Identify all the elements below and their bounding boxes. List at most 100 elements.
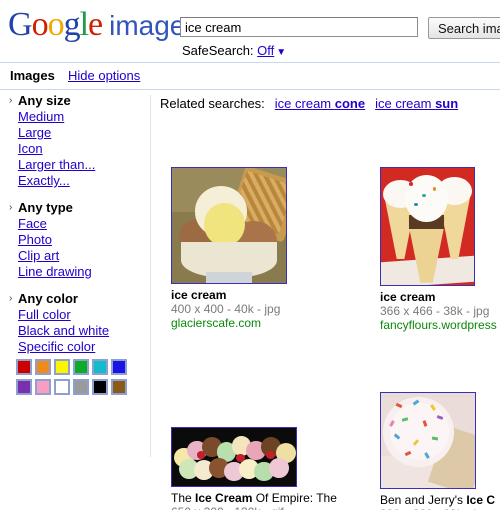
color-swatch-yellow[interactable]	[54, 359, 70, 375]
image-result-2: The Ice Cream Of Empire: The 650 x 300 -…	[171, 427, 371, 510]
caption-2: The Ice Cream Of Empire: The 650 x 300 -…	[171, 491, 371, 510]
facet-head-label: Any size	[18, 93, 71, 108]
color-swatch-white[interactable]	[54, 379, 70, 395]
related-searches-label: Related searches:	[160, 96, 265, 111]
facet-head-label: Any type	[18, 200, 73, 215]
safesearch-control: SafeSearch: Off ▼	[182, 43, 286, 58]
facet-any-type: › Any type Face Photo Clip art Line drawi…	[0, 199, 150, 280]
color-swatch-orange[interactable]	[35, 359, 51, 375]
color-swatch-red[interactable]	[16, 359, 32, 375]
related-searches: Related searches: ice cream cone ice cream…	[158, 95, 500, 113]
logo-letter-l: l	[79, 6, 90, 43]
result-title-3[interactable]: Ben and Jerry's Ice C	[380, 493, 500, 507]
image-result-0: ice cream 400 x 400 - 40k - jpg glaciers…	[171, 167, 291, 330]
chevron-right-icon: ›	[9, 202, 13, 213]
chevron-right-icon: ›	[9, 95, 13, 106]
image-result-3: Ben and Jerry's Ice C 320 x 320 - 23k - …	[380, 392, 500, 510]
color-swatch-brown[interactable]	[111, 379, 127, 395]
facet-item-medium[interactable]: Medium	[0, 109, 150, 125]
facet-head-any-size[interactable]: › Any size	[0, 92, 150, 109]
color-swatch-grid	[0, 355, 148, 399]
facet-item-exactly[interactable]: Exactly...	[0, 173, 150, 189]
safesearch-label: SafeSearch:	[182, 43, 254, 58]
thumbnail-art-sprinkle-cone	[381, 393, 475, 488]
facet-head-any-type[interactable]: › Any type	[0, 199, 150, 216]
facet-item-full-color[interactable]: Full color	[0, 307, 150, 323]
related-search-link-1[interactable]: ice cream sun	[375, 96, 458, 111]
thumbnail-2[interactable]	[171, 427, 297, 487]
related-link-prefix: ice cream	[375, 96, 436, 111]
title-bold: Ice C	[466, 493, 496, 507]
result-title-1[interactable]: ice cream	[380, 290, 500, 304]
facet-item-larger-than[interactable]: Larger than...	[0, 157, 150, 173]
title-suffix: Of Empire: The	[252, 491, 337, 505]
page-header: Googleimages Search images SafeSearch: O…	[0, 0, 500, 60]
color-swatch-teal[interactable]	[92, 359, 108, 375]
title-plain: The	[171, 491, 196, 505]
thumbnail-art-cone-cupcakes	[381, 168, 474, 285]
color-swatch-purple[interactable]	[16, 379, 32, 395]
title-bold: ice cream	[171, 288, 227, 302]
related-link-prefix: ice cream	[274, 96, 335, 111]
result-meta-2: 650 x 300 - 130k - gif	[171, 505, 371, 510]
title-bold: ice cream	[380, 290, 436, 304]
result-site-0[interactable]: glacierscafe.com	[171, 316, 291, 330]
facet-item-clip-art[interactable]: Clip art	[0, 248, 150, 264]
color-swatch-blue[interactable]	[111, 359, 127, 375]
color-swatch-gray[interactable]	[73, 379, 89, 395]
search-row	[180, 17, 418, 37]
facet-any-size: › Any size Medium Large Icon Larger than.…	[0, 92, 150, 189]
image-result-1: ice cream 366 x 466 - 38k - jpg fancyflo…	[380, 167, 500, 332]
chevron-right-icon: ›	[9, 293, 13, 304]
facet-item-specific-color[interactable]: Specific color	[0, 339, 150, 355]
facet-item-face[interactable]: Face	[0, 216, 150, 232]
google-images-logo[interactable]: Google images	[8, 8, 199, 43]
result-meta-1: 366 x 466 - 38k - jpg	[380, 304, 490, 318]
caption-3: Ben and Jerry's Ice C 320 x 320 - 23k - …	[380, 493, 500, 510]
results-area: Related searches: ice cream cone ice cream…	[158, 95, 500, 510]
thumbnail-3[interactable]	[380, 392, 476, 489]
hide-options-link[interactable]: Hide options	[68, 68, 140, 83]
logo-letter-g: g	[63, 6, 81, 43]
thumbnail-art-sundae	[172, 168, 286, 283]
color-swatch-pink[interactable]	[35, 379, 51, 395]
logo-letter-o2: o	[47, 6, 65, 43]
facet-item-black-and-white[interactable]: Black and white	[0, 323, 150, 339]
facet-item-photo[interactable]: Photo	[0, 232, 150, 248]
facet-any-color: › Any color Full color Black and white Sp…	[0, 290, 150, 399]
tabstrip-divider	[0, 89, 500, 90]
title-plain: Ben and Jerry's	[380, 493, 467, 507]
logo-letter-G: G	[8, 6, 33, 43]
related-link-bold: sun	[435, 96, 459, 111]
result-title-0[interactable]: ice cream	[171, 288, 291, 302]
safesearch-value[interactable]: Off	[257, 43, 274, 58]
result-title-2[interactable]: The Ice Cream Of Empire: The	[171, 491, 371, 505]
related-link-bold: cone	[334, 96, 366, 111]
color-swatch-green[interactable]	[73, 359, 89, 375]
logo-letter-o1: o	[31, 6, 49, 43]
result-site-1[interactable]: fancyflours.wordpress	[380, 318, 500, 332]
facet-head-any-color[interactable]: › Any color	[0, 290, 150, 307]
result-meta-0: 400 x 400 - 40k - jpg	[171, 302, 281, 316]
title-bold: Ice Cream	[195, 491, 253, 505]
facet-item-icon[interactable]: Icon	[0, 141, 150, 157]
thumbnail-1[interactable]	[380, 167, 475, 286]
thumbnail-0[interactable]	[171, 167, 287, 284]
thumbnail-art-scoop-pile	[172, 428, 296, 486]
chevron-down-icon[interactable]: ▼	[276, 47, 286, 58]
tab-strip: Images Hide options	[0, 63, 500, 89]
facet-item-large[interactable]: Large	[0, 125, 150, 141]
facet-item-line-drawing[interactable]: Line drawing	[0, 264, 150, 280]
search-input[interactable]	[180, 17, 418, 37]
filters-sidebar: › Any size Medium Large Icon Larger than.…	[0, 92, 150, 409]
tab-images[interactable]: Images	[10, 68, 55, 83]
logo-letter-e: e	[88, 6, 103, 43]
caption-1: ice cream 366 x 466 - 38k - jpg fancyflo…	[380, 290, 500, 332]
google-images-page: Googleimages Search images SafeSearch: O…	[0, 0, 500, 510]
facet-head-label: Any color	[18, 291, 78, 306]
related-search-link-0[interactable]: ice cream cone	[275, 96, 365, 111]
sidebar-divider	[150, 95, 151, 457]
caption-0: ice cream 400 x 400 - 40k - jpg glaciers…	[171, 288, 291, 330]
search-images-button[interactable]: Search images	[428, 17, 500, 39]
color-swatch-black[interactable]	[92, 379, 108, 395]
